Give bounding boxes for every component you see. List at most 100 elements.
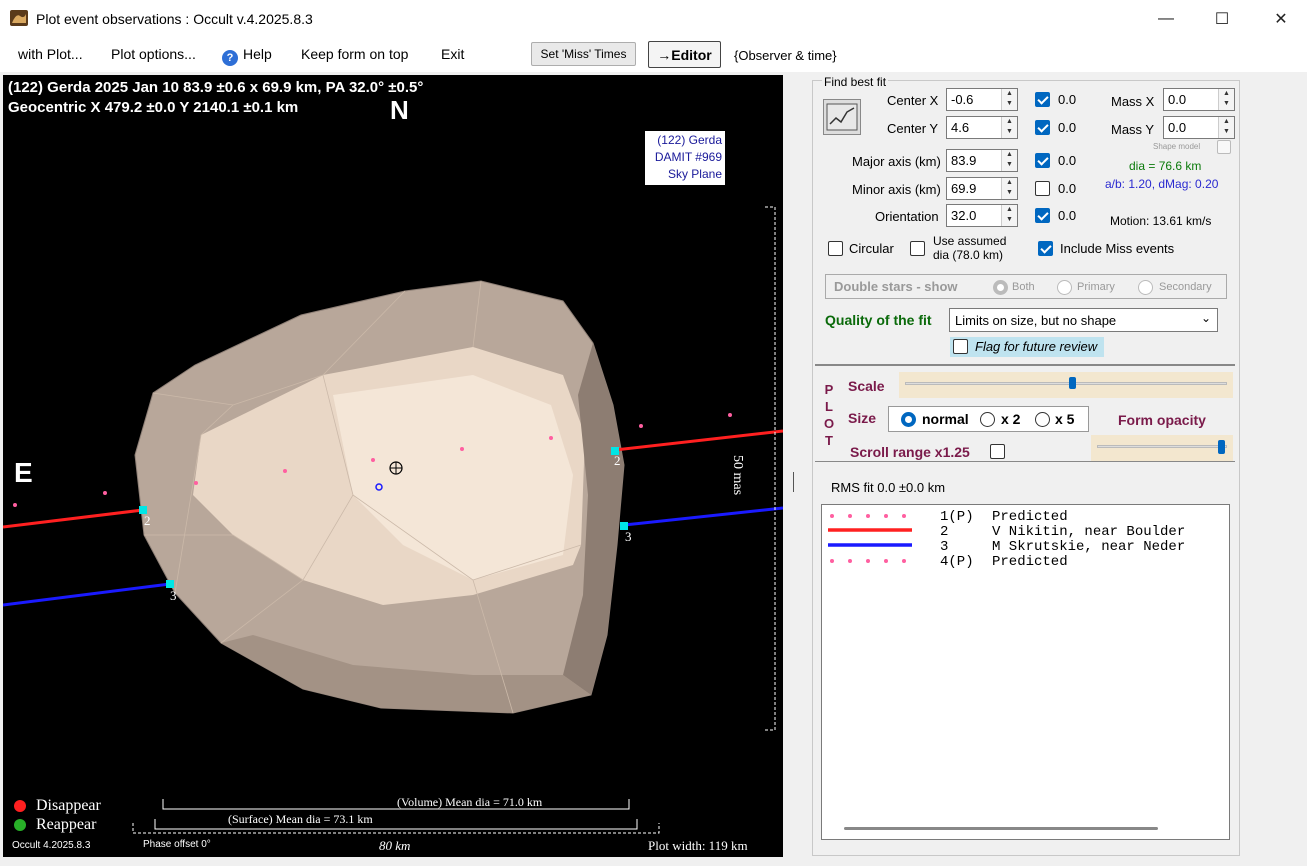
- major-axis-residual: 0.0: [1058, 153, 1077, 168]
- minor-axis-input[interactable]: 69.9 ▲ ▼: [946, 177, 1018, 200]
- plot-controls-group: PLOT Scale Size normal x 2 x 5 Form opac…: [815, 364, 1235, 462]
- dia-label: dia = 76.6 km: [1129, 159, 1202, 173]
- mass-x-label: Mass X: [1111, 94, 1155, 109]
- disappear-dot: [14, 800, 26, 812]
- size-x5-radio[interactable]: [1035, 412, 1050, 427]
- shape-model-checkbox[interactable]: [1217, 140, 1231, 154]
- mass-x-input[interactable]: 0.0 ▲ ▼: [1163, 88, 1235, 111]
- app-icon: [10, 10, 28, 26]
- chevron-down-icon: ⌄: [1200, 311, 1211, 325]
- quality-select[interactable]: Limits on size, but no shape ⌄: [949, 308, 1218, 332]
- primary-radio[interactable]: [1057, 280, 1072, 295]
- include-miss-checkbox[interactable]: [1038, 241, 1053, 256]
- title-bar: Plot event observations : Occult v.4.202…: [0, 0, 1307, 38]
- maximize-icon[interactable]: ☐: [1199, 6, 1245, 32]
- size-normal-radio[interactable]: [901, 412, 916, 427]
- chord-2-right: [614, 429, 783, 452]
- flag-review-label: Flag for future review: [975, 339, 1098, 354]
- orientation-input[interactable]: 32.0 ▲ ▼: [946, 204, 1018, 227]
- find-fit-button[interactable]: [823, 99, 861, 135]
- legend-horizontal-scrollbar[interactable]: [844, 827, 1158, 830]
- menu-help[interactable]: ? Help: [222, 46, 272, 66]
- center-y-checkbox[interactable]: [1035, 120, 1050, 135]
- legend-item: 2V Nikitin, near Boulder: [940, 524, 1186, 540]
- scale-bar-vertical: [765, 206, 776, 731]
- size-label: Size: [848, 410, 877, 426]
- plot-width-bar: [132, 823, 660, 834]
- chord-marker: [166, 580, 174, 588]
- center-x-checkbox[interactable]: [1035, 92, 1050, 107]
- size-x2-radio[interactable]: [980, 412, 995, 427]
- opacity-slider[interactable]: [1091, 435, 1233, 461]
- use-assumed-checkbox[interactable]: [910, 241, 925, 256]
- include-miss-label: Include Miss events: [1060, 241, 1175, 256]
- center-y-input[interactable]: 4.6 ▲ ▼: [946, 116, 1018, 139]
- chord-label: 2: [614, 453, 621, 468]
- minor-axis-checkbox[interactable]: [1035, 181, 1050, 196]
- north-label: N: [390, 95, 409, 125]
- major-axis-label: Major axis (km): [852, 154, 941, 169]
- volume-dia-label: (Volume) Mean dia = 71.0 km: [397, 795, 543, 809]
- find-best-fit-title: Find best fit: [822, 75, 889, 89]
- plot-canvas[interactable]: 2 2 3 3 (122) Gerda 2025 Jan 10 83.9 ±0.…: [3, 75, 783, 857]
- plot-vertical-label: PLOT: [823, 382, 835, 448]
- flag-review-checkbox[interactable]: [953, 339, 968, 354]
- menu-with-plot[interactable]: with Plot...: [18, 46, 83, 62]
- chord-3-left: [3, 582, 171, 607]
- model-label-line: DAMIT #969: [654, 150, 722, 164]
- quality-label: Quality of the fit: [825, 312, 932, 328]
- double-stars-group: Double stars - show Both Primary Seconda…: [825, 274, 1227, 299]
- center-y-residual: 0.0: [1058, 120, 1077, 135]
- splitter-grip[interactable]: [793, 472, 794, 492]
- scroll-range-checkbox[interactable]: [990, 444, 1005, 459]
- menu-exit[interactable]: Exit: [441, 46, 464, 62]
- legend-item: 4(P) Predicted: [940, 554, 1068, 570]
- plot-width-label: Plot width: 119 km: [648, 838, 748, 853]
- chord-label: 3: [625, 529, 632, 544]
- center-x-residual: 0.0: [1058, 92, 1077, 107]
- fit-panel: Find best fit Center X -0.6 ▲ ▼ 0.0 Center…: [812, 75, 1240, 856]
- window-title: Plot event observations : Occult v.4.202…: [36, 11, 313, 27]
- secondary-label: Secondary: [1159, 281, 1212, 293]
- size-normal-label: normal: [922, 411, 969, 427]
- orientation-checkbox[interactable]: [1035, 208, 1050, 223]
- observer-time-label: {Observer & time}: [734, 48, 837, 63]
- menu-bar: with Plot... Plot options... ? Help Keep …: [0, 38, 1307, 72]
- opacity-slider-thumb[interactable]: [1217, 440, 1225, 454]
- motion-label: Motion: 13.61 km/s: [1110, 214, 1212, 228]
- close-icon[interactable]: ✕: [1258, 6, 1304, 32]
- mass-y-input[interactable]: 0.0 ▲ ▼: [1163, 116, 1235, 139]
- both-label: Both: [1012, 281, 1035, 293]
- surface-dia-label: (Surface) Mean dia = 73.1 km: [228, 812, 373, 826]
- model-label-line: (122) Gerda: [657, 133, 722, 147]
- phase-offset-label: Phase offset 0°: [143, 839, 211, 850]
- orientation-label: Orientation: [875, 209, 939, 224]
- double-stars-label: Double stars - show: [834, 279, 958, 294]
- major-axis-checkbox[interactable]: [1035, 153, 1050, 168]
- center-x-label: Center X: [887, 93, 939, 108]
- circular-label: Circular: [849, 241, 894, 256]
- circular-checkbox[interactable]: [828, 241, 843, 256]
- minor-axis-label: Minor axis (km): [852, 182, 941, 197]
- asteroid-plot: 2 2 3 3: [3, 206, 783, 834]
- ab-dmag-label: a/b: 1.20, dMag: 0.20: [1105, 177, 1219, 191]
- set-miss-times-button[interactable]: Set 'Miss' Times: [531, 42, 636, 66]
- major-axis-input[interactable]: 83.9 ▲ ▼: [946, 149, 1018, 172]
- secondary-radio[interactable]: [1138, 280, 1153, 295]
- both-radio[interactable]: [993, 280, 1008, 295]
- menu-plot-options[interactable]: Plot options...: [111, 46, 196, 62]
- scale-slider-thumb[interactable]: [1069, 377, 1077, 389]
- editor-button[interactable]: →Editor: [648, 41, 721, 68]
- observer-legend-list[interactable]: 1(P) Predicted 2V Nikitin, near Boulder 3…: [821, 504, 1230, 840]
- menu-keep-on-top[interactable]: Keep form on top: [301, 46, 408, 62]
- orientation-residual: 0.0: [1058, 208, 1077, 223]
- scale-slider[interactable]: [899, 372, 1233, 398]
- model-label-line: Sky Plane: [667, 167, 722, 181]
- size-x5-label: x 5: [1055, 411, 1075, 427]
- minimize-icon[interactable]: —: [1143, 6, 1189, 32]
- version-label: Occult 4.2025.8.3: [12, 840, 91, 851]
- center-x-input[interactable]: -0.6 ▲ ▼: [946, 88, 1018, 111]
- scale-label: Scale: [848, 378, 885, 394]
- shape-model-label: Shape model: [1153, 142, 1201, 151]
- primary-label: Primary: [1077, 281, 1115, 293]
